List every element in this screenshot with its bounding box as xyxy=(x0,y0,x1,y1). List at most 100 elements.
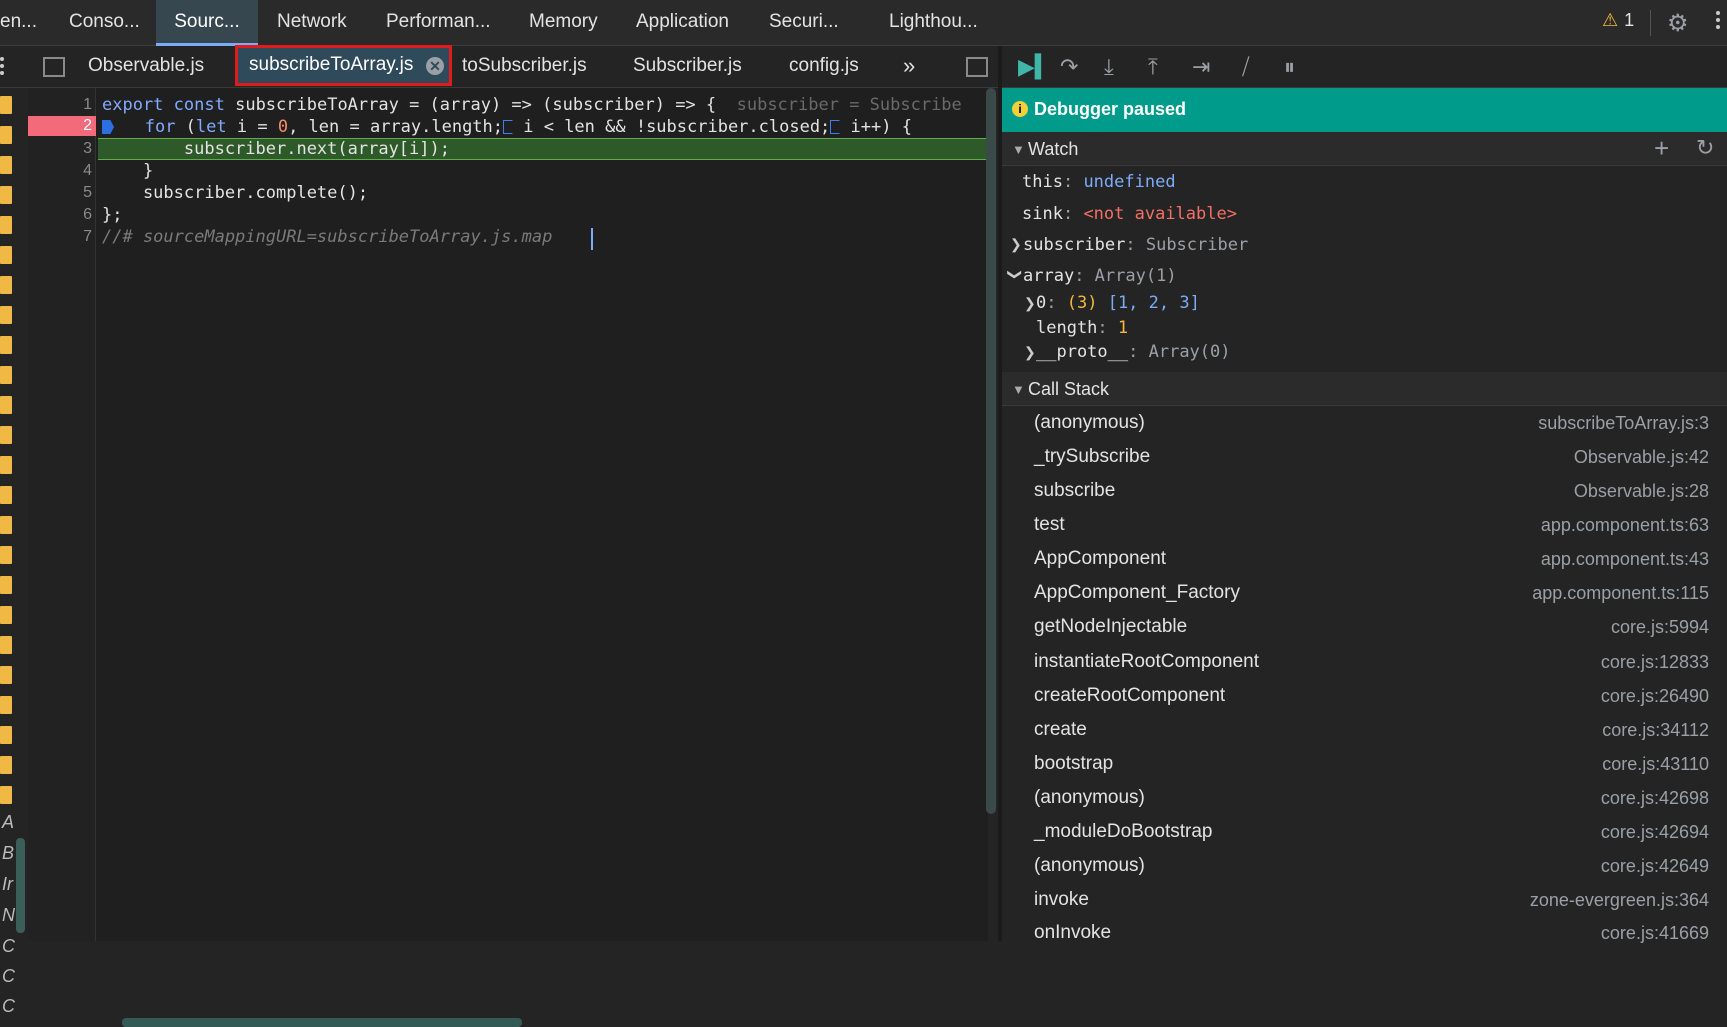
line-number[interactable]: 4 xyxy=(28,160,92,182)
line-number[interactable]: 5 xyxy=(28,182,92,204)
close-tab-icon[interactable]: ✕ xyxy=(426,57,444,75)
file-icon[interactable] xyxy=(0,516,12,534)
panel-tab-lighthouse[interactable]: Lighthou... xyxy=(889,0,978,46)
call-frame[interactable]: test app.component.ts:63 xyxy=(1002,509,1727,543)
call-frame[interactable]: getNodeInjectable core.js:5994 xyxy=(1002,611,1727,645)
navigator-scrollbar[interactable] xyxy=(16,838,25,933)
panel-tab-memory[interactable]: Memory xyxy=(529,0,598,46)
file-icon[interactable] xyxy=(0,696,12,714)
step-over-icon[interactable]: ↷ xyxy=(1060,54,1078,80)
file-icon[interactable] xyxy=(0,726,12,744)
warnings-counter[interactable]: ⚠ 1 xyxy=(1602,10,1634,31)
panel-tab-security[interactable]: Securi... xyxy=(769,0,839,46)
file-icon[interactable] xyxy=(0,246,12,264)
file-tab-tosubscriber[interactable]: toSubscriber.js xyxy=(462,46,587,88)
file-icon[interactable] xyxy=(0,606,12,624)
file-icon[interactable] xyxy=(0,426,12,444)
call-frame[interactable]: AppComponent_Factory app.component.ts:115 xyxy=(1002,577,1727,611)
expand-chevron-icon[interactable]: ❯ xyxy=(1024,344,1036,361)
file-tab-observable[interactable]: Observable.js xyxy=(88,46,204,88)
file-icon[interactable] xyxy=(0,186,12,204)
settings-gear-icon[interactable]: ⚙ xyxy=(1667,9,1689,38)
navigator-item-letter[interactable]: C xyxy=(2,996,15,1017)
call-stack-section-header[interactable]: ▼ Call Stack xyxy=(1002,372,1727,406)
expand-chevron-icon[interactable]: ❯ xyxy=(1010,236,1022,253)
file-icon[interactable] xyxy=(0,216,12,234)
call-frame[interactable]: invoke zone-evergreen.js:364 xyxy=(1002,884,1727,918)
array-length[interactable]: length: 1 xyxy=(1036,316,1128,340)
deactivate-breakpoints-icon[interactable]: ⧸ xyxy=(1242,54,1249,80)
editor-vertical-scrollbar[interactable] xyxy=(986,88,996,814)
navigator-item-letter[interactable]: N xyxy=(2,905,15,926)
file-icon[interactable] xyxy=(0,306,12,324)
file-icon[interactable] xyxy=(0,126,12,144)
file-tab-config[interactable]: config.js xyxy=(789,46,859,88)
step-into-icon[interactable]: ⤓ xyxy=(1104,54,1114,80)
array-proto[interactable]: __proto__: Array(0) xyxy=(1036,340,1231,364)
step-out-icon[interactable]: ⤒ xyxy=(1148,54,1158,80)
line-number[interactable]: 3 xyxy=(28,138,92,160)
collapse-chevron-icon[interactable]: ❯ xyxy=(1006,269,1023,281)
watch-section-header[interactable]: ▼ Watch + ↻ xyxy=(1002,132,1727,166)
navigator-item-letter[interactable]: B xyxy=(2,843,14,864)
call-frame[interactable]: bootstrap core.js:43110 xyxy=(1002,748,1727,782)
panel-tab-network[interactable]: Network xyxy=(277,0,347,46)
file-icon[interactable] xyxy=(0,486,12,504)
file-icon[interactable] xyxy=(0,666,12,684)
file-icon[interactable] xyxy=(0,576,12,594)
more-options-icon[interactable] xyxy=(1716,8,1724,38)
call-frame[interactable]: subscribe Observable.js:28 xyxy=(1002,475,1727,509)
more-tabs-chevron-icon[interactable]: » xyxy=(903,46,915,88)
file-icon[interactable] xyxy=(0,366,12,384)
call-frame[interactable]: (anonymous) core.js:42698 xyxy=(1002,782,1727,816)
file-tab-subscriber[interactable]: Subscriber.js xyxy=(633,46,742,88)
panel-tab-elements[interactable]: en... xyxy=(0,0,40,46)
navigator-menu-icon[interactable] xyxy=(0,54,6,78)
call-frame[interactable]: (anonymous) subscribeToArray.js:3 xyxy=(1002,407,1727,441)
line-number[interactable]: 2 xyxy=(28,115,92,137)
file-icon[interactable] xyxy=(0,456,12,474)
file-icon[interactable] xyxy=(0,396,12,414)
panel-tab-sources[interactable]: Sourc... xyxy=(156,0,258,46)
file-tab-subscribetoarray[interactable]: subscribeToArray.js ✕ xyxy=(235,45,452,86)
breakpoint-location-icon[interactable] xyxy=(503,120,514,134)
watch-item-subscriber[interactable]: subscriber: Subscriber xyxy=(1023,233,1248,257)
panel-tab-console[interactable]: Conso... xyxy=(69,0,140,46)
file-icon[interactable] xyxy=(0,636,12,654)
call-frame[interactable]: _trySubscribe Observable.js:42 xyxy=(1002,441,1727,475)
line-gutter[interactable]: 1 2 3 4 5 6 7 xyxy=(28,88,96,941)
breakpoint-location-icon[interactable] xyxy=(830,120,841,134)
watch-item-sink[interactable]: sink: <not available> xyxy=(1022,202,1237,226)
panel-tab-application[interactable]: Application xyxy=(636,0,729,46)
watch-item-this[interactable]: this: undefined xyxy=(1022,170,1176,194)
file-icon[interactable] xyxy=(0,546,12,564)
call-frame[interactable]: instantiateRootComponent core.js:12833 xyxy=(1002,646,1727,680)
line-number[interactable]: 7 xyxy=(28,226,92,248)
call-frame[interactable]: AppComponent app.component.ts:43 xyxy=(1002,543,1727,577)
refresh-icon[interactable]: ↻ xyxy=(1696,135,1714,161)
file-icon[interactable] xyxy=(0,156,12,174)
watch-item-array[interactable]: array: Array(1) xyxy=(1023,264,1177,288)
navigator-item-letter[interactable]: C xyxy=(2,966,15,987)
file-icon[interactable] xyxy=(0,786,12,804)
pause-on-exceptions-icon[interactable]: ⏸ xyxy=(1284,54,1295,80)
breakpoint-marker[interactable]: 2 xyxy=(28,116,96,136)
call-frame[interactable]: (anonymous) core.js:42649 xyxy=(1002,850,1727,884)
editor-horizontal-scrollbar[interactable] xyxy=(122,1018,522,1027)
toggle-navigator-icon[interactable] xyxy=(43,57,65,77)
file-icon[interactable] xyxy=(0,96,12,114)
file-icon[interactable] xyxy=(0,336,12,354)
expand-chevron-icon[interactable]: ❯ xyxy=(1024,295,1036,312)
toggle-debugger-icon[interactable] xyxy=(966,57,988,77)
add-watch-icon[interactable]: + xyxy=(1654,133,1669,164)
line-number[interactable]: 6 xyxy=(28,204,92,226)
call-frame[interactable]: _moduleDoBootstrap core.js:42694 xyxy=(1002,816,1727,850)
line-number[interactable]: 1 xyxy=(28,94,92,116)
step-icon[interactable]: ⇥ xyxy=(1192,54,1210,80)
call-frame[interactable]: create core.js:34112 xyxy=(1002,714,1727,748)
array-index-0[interactable]: 0: (3) [1, 2, 3] xyxy=(1036,291,1200,315)
navigator-item-letter[interactable]: C xyxy=(2,936,15,957)
panel-tab-performance[interactable]: Performan... xyxy=(386,0,491,46)
file-icon[interactable] xyxy=(0,756,12,774)
file-icon[interactable] xyxy=(0,276,12,294)
